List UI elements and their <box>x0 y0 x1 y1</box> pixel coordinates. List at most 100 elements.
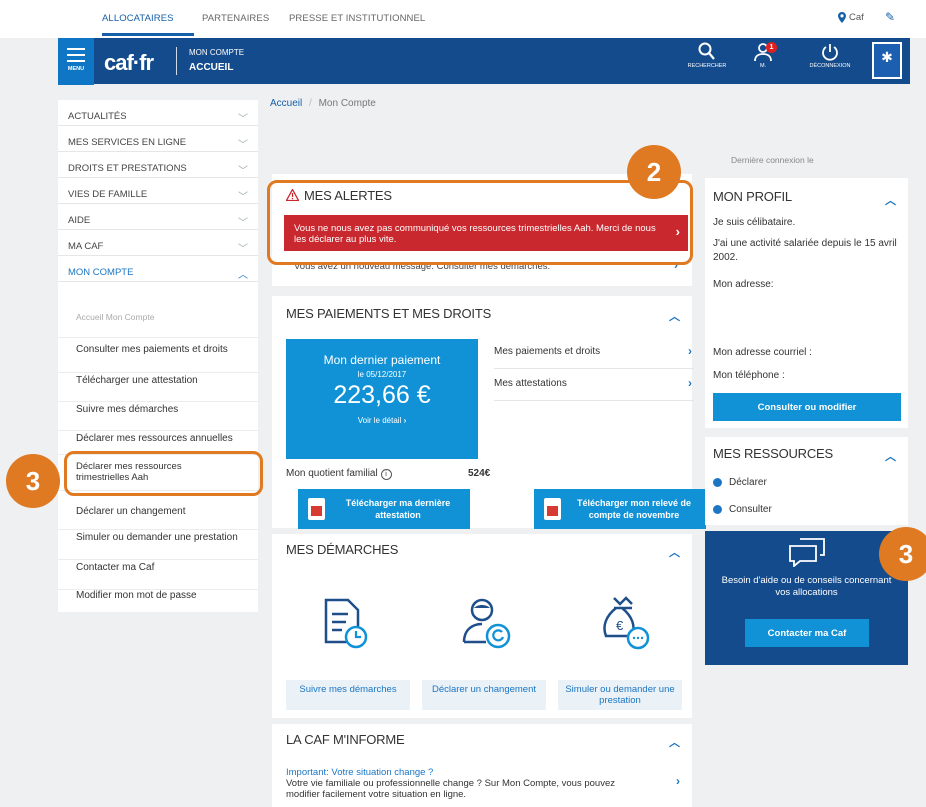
sidebar-sub-contacter[interactable]: Contacter ma Caf <box>58 560 258 590</box>
chevron-down-icon: ﹀ <box>238 192 248 203</box>
sidebar-item-macaf[interactable]: MA CAF ﹀ <box>58 230 258 256</box>
quotient-label: Mon quotient familial i <box>286 468 392 480</box>
bullet-icon <box>713 505 722 514</box>
top-links-bar: ALLOCATAIRES PARTENAIRES PRESSE ET INSTI… <box>0 0 926 38</box>
chevron-down-icon: ﹀ <box>238 244 248 255</box>
chevron-up-icon[interactable]: ︿ <box>669 544 680 560</box>
link-label: Mes paiements et droits <box>494 346 601 357</box>
profile-title: MON PROFIL <box>713 189 792 204</box>
annotation-badge-sidebar: 3 <box>6 454 60 508</box>
sidebar-sub-attestation[interactable]: Télécharger une attestation <box>58 373 258 402</box>
chevron-up-icon: ︿ <box>238 270 248 281</box>
simuler-prestation-button[interactable]: Simuler ou demander une prestation <box>558 680 682 710</box>
sidebar-item-actualites[interactable]: ACTUALITÉS ﹀ <box>58 100 258 126</box>
sidebar-item-moncompte[interactable]: MON COMPTE ︿ <box>58 256 258 282</box>
payment-detail-link[interactable]: Voir le détail › <box>286 416 478 425</box>
user-button[interactable]: 1 M. <box>736 42 790 69</box>
profile-email: Mon adresse courriel : <box>713 347 812 358</box>
profile-address: Mon adresse: <box>713 279 774 290</box>
last-payment-date: le 05/12/2017 <box>357 370 407 379</box>
sidebar-item-services[interactable]: MES SERVICES EN LIGNE ﹀ <box>58 126 258 152</box>
caf-logo[interactable]: caf·fr <box>104 50 154 76</box>
last-payment-label: Mon dernier paiement <box>323 353 441 367</box>
informe-headline[interactable]: Important: Votre situation change ? <box>286 767 433 778</box>
chevron-up-icon[interactable]: ︿ <box>885 448 896 464</box>
active-underline <box>102 33 194 36</box>
annotation-badge-help: 3 <box>879 527 926 581</box>
edit-pencil-icon[interactable]: ✎ <box>885 10 895 24</box>
contacter-caf-button[interactable]: Contacter ma Caf <box>745 619 869 647</box>
pdf-icon <box>308 498 325 520</box>
chevron-up-icon[interactable]: ︿ <box>669 308 680 324</box>
annotation-badge-alert: 2 <box>627 145 681 199</box>
download-attestation-button[interactable]: Télécharger ma dernière attestation <box>298 489 470 529</box>
notification-badge: 1 <box>766 42 777 53</box>
sidebar-sub-paiements[interactable]: Consulter mes paiements et droits <box>58 344 258 373</box>
sidebar: ACTUALITÉS ﹀ MES SERVICES EN LIGNE ﹀ DROIT… <box>58 100 258 612</box>
ressources-declarer-label: Déclarer <box>729 477 767 488</box>
payments-title: MES PAIEMENTS ET MES DROITS <box>286 306 492 321</box>
link-partenaires[interactable]: PARTENAIRES <box>202 13 269 24</box>
consulter-modifier-button[interactable]: Consulter ou modifier <box>713 393 901 421</box>
link-label: Mes attestations <box>494 378 567 389</box>
person-change-icon <box>462 598 511 649</box>
demarches-card: MES DÉMARCHES ︿ € Suivre mes démarches D… <box>272 534 692 718</box>
sidebar-sub-changement[interactable]: Déclarer un changement <box>58 500 258 530</box>
suivre-demarches-button[interactable]: Suivre mes démarches <box>286 680 410 710</box>
chevron-right-icon[interactable]: › <box>676 774 680 788</box>
sidebar-item-label: MA CAF <box>68 241 104 252</box>
informe-card: LA CAF M'INFORME ︿ Important: Votre situ… <box>272 724 692 807</box>
chevron-right-icon: › <box>688 376 692 390</box>
chevron-up-icon[interactable]: ︿ <box>885 192 896 208</box>
location-pin-icon <box>838 12 846 23</box>
ressources-consulter[interactable]: Consulter <box>713 504 772 515</box>
power-icon <box>822 44 838 61</box>
info-icon[interactable]: i <box>380 469 392 480</box>
informe-title: LA CAF M'INFORME <box>286 732 405 747</box>
sidebar-item-label: MES SERVICES EN LIGNE <box>68 137 187 148</box>
profile-status: Je suis célibataire. <box>713 217 796 228</box>
chevron-up-icon[interactable]: ︿ <box>669 734 680 750</box>
sidebar-item-label: AIDE <box>68 215 91 226</box>
menu-button[interactable]: MENU <box>58 38 94 85</box>
document-clock-icon <box>324 598 368 649</box>
chevron-down-icon: ﹀ <box>238 140 248 151</box>
declarer-changement-button[interactable]: Déclarer un changement <box>422 680 546 710</box>
link-attestations[interactable]: Mes attestations › <box>494 371 694 401</box>
search-icon <box>698 42 715 60</box>
ressources-title: MES RESSOURCES <box>713 446 834 461</box>
sidebar-sub-simuler[interactable]: Simuler ou demander une prestation <box>58 530 258 560</box>
download-releve-button[interactable]: Télécharger mon relevé de compte de nove… <box>534 489 706 529</box>
sidebar-sub-motdepasse[interactable]: Modifier mon mot de passe <box>58 590 258 612</box>
sidebar-sub-demarches[interactable]: Suivre mes démarches <box>58 402 258 431</box>
informe-body: Votre vie familiale ou professionnelle c… <box>286 778 615 800</box>
chat-bubbles-icon <box>789 538 825 567</box>
help-box: Besoin d'aide ou de conseils concernant … <box>705 531 908 665</box>
sidebar-item-droits[interactable]: DROITS ET PRESTATIONS ﹀ <box>58 152 258 178</box>
search-button[interactable]: RECHERCHER <box>680 42 734 69</box>
sidebar-item-aide[interactable]: AIDE ﹀ <box>58 204 258 230</box>
header-section-label: MON COMPTE <box>189 48 245 57</box>
link-presse[interactable]: PRESSE ET INSTITUTIONNEL <box>289 13 425 24</box>
sidebar-item-famille[interactable]: VIES DE FAMILLE ﹀ <box>58 178 258 204</box>
quotient-value: 524€ <box>468 468 491 479</box>
link-paiements-droits[interactable]: Mes paiements et droits › <box>494 339 694 369</box>
sidebar-item-label: VIES DE FAMILLE <box>68 189 148 200</box>
chevron-right-icon: › <box>403 416 407 425</box>
chevron-down-icon: ﹀ <box>238 218 248 229</box>
sidebar-sub-accueil[interactable]: Accueil Mon Compte <box>58 312 258 338</box>
highlight-alert <box>267 180 693 265</box>
header-page-label: ACCUEIL <box>189 62 234 73</box>
user-label: M. <box>759 63 767 69</box>
demarches-title: MES DÉMARCHES <box>286 542 399 557</box>
header-separator <box>176 47 177 75</box>
last-connection: Dernière connexion le <box>731 155 814 165</box>
logout-button[interactable]: DÉCONNEXION <box>803 42 857 69</box>
menu-label: MENU <box>67 66 85 72</box>
link-allocataires[interactable]: ALLOCATAIRES <box>102 13 174 24</box>
breadcrumb-home[interactable]: Accueil <box>270 98 302 109</box>
highlight-sidebar-aah <box>64 451 263 496</box>
ressources-declarer[interactable]: Déclarer <box>713 477 767 488</box>
logout-label: DÉCONNEXION <box>809 63 851 69</box>
location-selector[interactable]: Caf <box>838 12 864 23</box>
